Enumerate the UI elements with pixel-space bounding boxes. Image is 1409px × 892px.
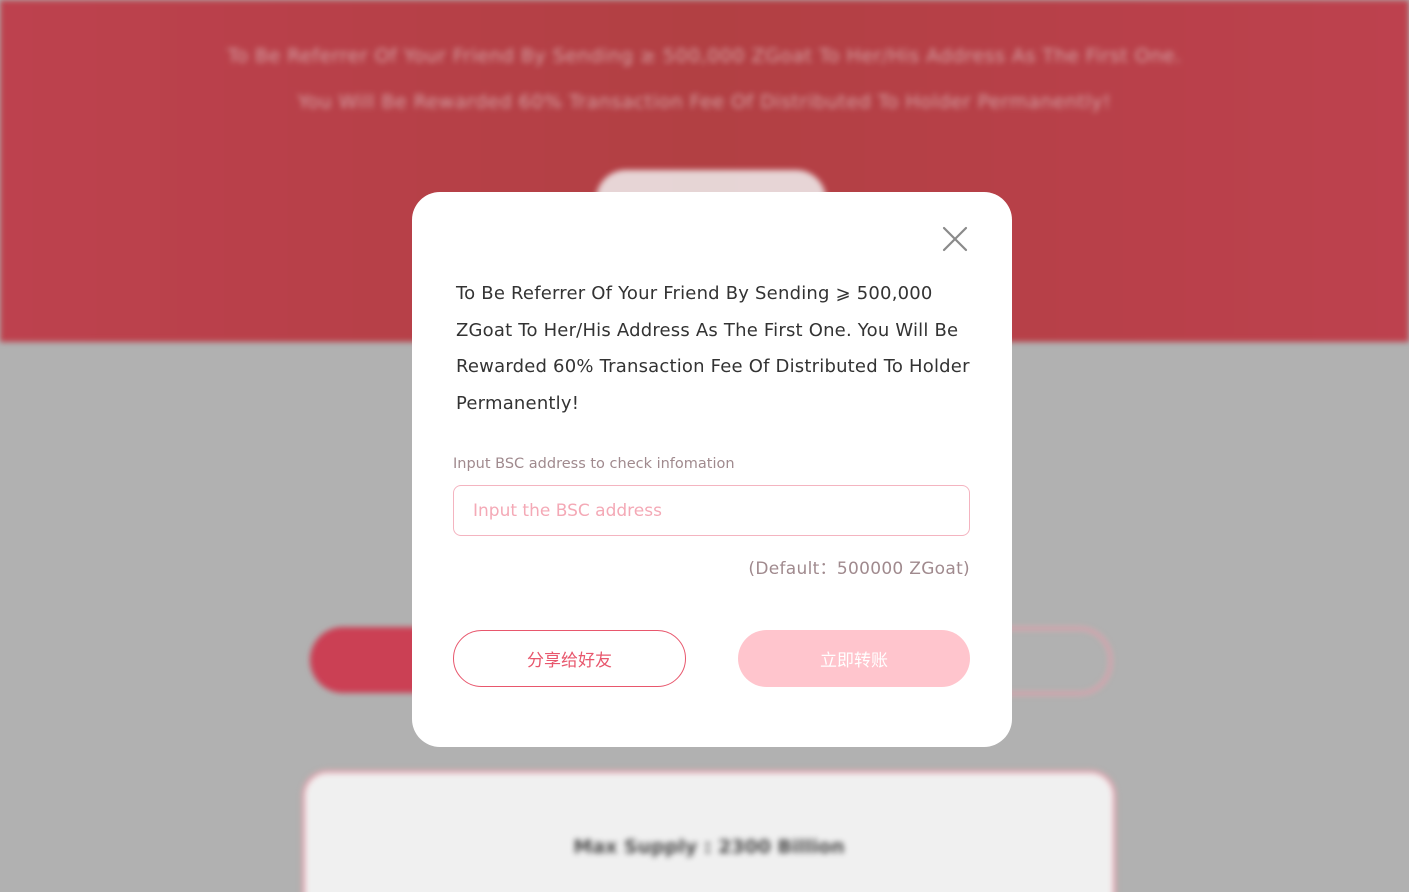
referrer-modal: To Be Referrer Of Your Friend By Sending…: [412, 192, 1012, 747]
default-amount-note: (Default：500000 ZGoat): [748, 559, 970, 579]
transfer-now-button[interactable]: 立即转账: [738, 630, 970, 687]
close-button[interactable]: [940, 224, 970, 254]
referrer-description: To Be Referrer Of Your Friend By Sending…: [456, 283, 970, 414]
share-to-friend-button[interactable]: 分享给好友: [453, 630, 686, 687]
page: To Be Referrer Of Your Friend By Sending…: [0, 0, 1409, 892]
address-field-label: Input BSC address to check infomation: [453, 456, 735, 472]
bsc-address-input[interactable]: [453, 485, 970, 536]
close-icon: [942, 226, 968, 252]
